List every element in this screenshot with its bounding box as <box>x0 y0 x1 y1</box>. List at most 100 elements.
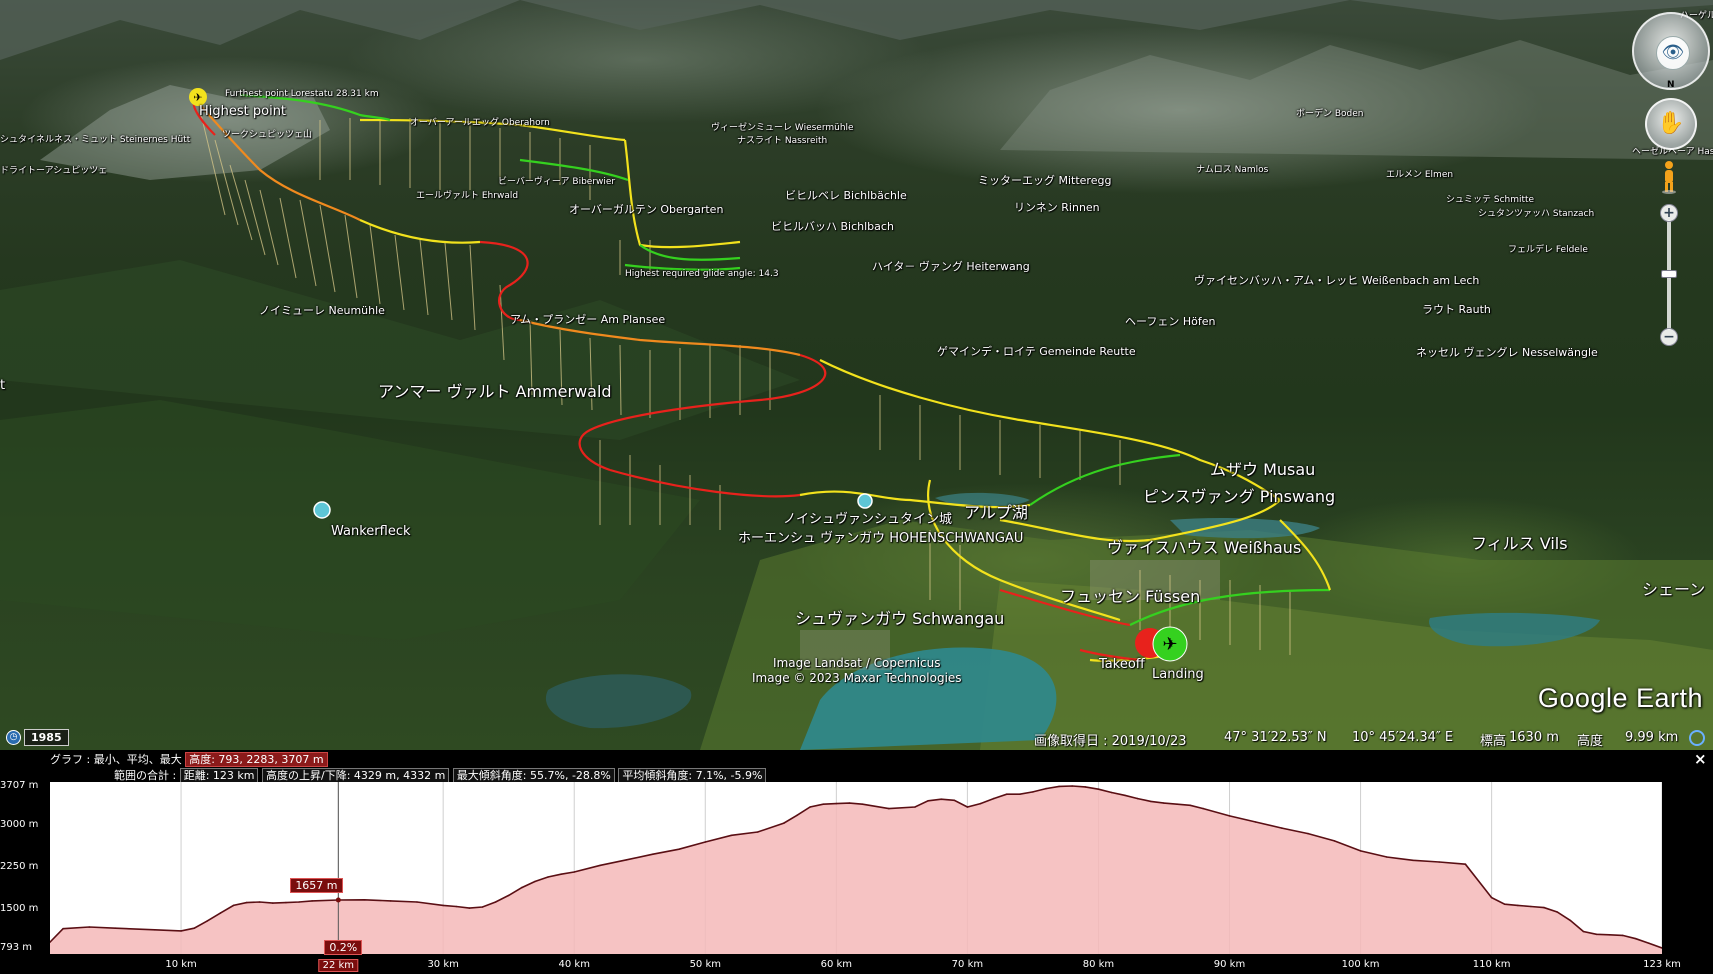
place-label-nassreith[interactable]: ナスライト Nassreith <box>737 133 827 146</box>
elevation-point <box>1608 934 1611 936</box>
place-label-fussen[interactable]: フュッセン Füssen <box>1060 583 1200 607</box>
elevation-point <box>704 841 707 843</box>
place-label-vils[interactable]: フィルス Vils <box>1471 530 1568 554</box>
place-label-weisshaus[interactable]: ヴァイスハウス Weißhaus <box>1107 534 1301 558</box>
longitude-readout: 10° 45′24.34″ E <box>1352 730 1454 745</box>
elevation-point <box>1189 804 1191 807</box>
place-label-rauth[interactable]: ラウト Rauth <box>1422 301 1491 317</box>
place-label-schenen[interactable]: シェーン <box>1642 576 1705 600</box>
close-profile-button[interactable]: × <box>1694 750 1707 768</box>
elevation-point <box>258 901 261 903</box>
place-label-elmen[interactable]: エルメン Elmen <box>1386 167 1453 180</box>
eye-icon[interactable]: 👁 <box>1656 36 1690 70</box>
place-label-bichlbachle[interactable]: ビヒルベレ Bichlbächle <box>785 187 907 203</box>
elevation-graph[interactable] <box>50 782 1662 954</box>
place-label-alpsee[interactable]: アルプ湖 <box>964 499 1028 523</box>
elevation-point <box>678 848 680 850</box>
elevation-point <box>809 806 811 808</box>
place-label-heiterwang[interactable]: ハイタ－ ヴァング Heiterwang <box>872 258 1030 274</box>
place-label-musau[interactable]: ムザウ Musau <box>1210 456 1315 480</box>
elevation-point <box>481 906 484 908</box>
elevation-point <box>534 880 536 883</box>
place-label-weissenbach[interactable]: ヴァイセンバッハ・アム・レッヒ Weißenbach am Lech <box>1194 272 1479 288</box>
cursor-elevation-label: 1657 m <box>290 877 343 893</box>
x-tick-label: 70 km <box>951 959 984 970</box>
place-label-namlos[interactable]: ナムロス Namlos <box>1196 162 1268 175</box>
elevation-point <box>1084 786 1087 788</box>
place-label-bichlbach[interactable]: ビヒルバッハ Bichlbach <box>771 218 894 234</box>
image-date: 画像取得日 : 2019/10/23 <box>1034 734 1187 749</box>
elevation-point <box>1543 906 1545 909</box>
place-label-grosse-ahornsee[interactable]: オーバーアールエッグ Oberahorn <box>410 115 550 128</box>
elevation-point <box>219 912 222 914</box>
elevation-point <box>416 901 418 903</box>
elevation-point <box>154 929 156 931</box>
place-label-stellwand[interactable]: シュタイネルネス・ミュット Steinernes Hütt <box>0 132 190 145</box>
place-label-am-plansee[interactable]: アム・プランゼー Am Plansee <box>510 311 665 327</box>
x-tick-label: 100 km <box>1341 959 1380 970</box>
place-label-stanzach[interactable]: シュタンツァッハ Stanzach <box>1478 206 1594 219</box>
place-label-feldele[interactable]: フェルデレ Feldele <box>1508 242 1588 255</box>
zoom-slider[interactable]: + − <box>1659 204 1679 346</box>
place-label-reutte[interactable]: ゲマインデ・ロイテ Gemeinde Reutte <box>937 343 1136 359</box>
elevation-point <box>285 901 287 904</box>
zoom-thumb[interactable] <box>1661 270 1677 278</box>
place-label-ammerwald[interactable]: アンマー ヴァルト Ammerwald <box>378 378 612 402</box>
place-label-schmitte[interactable]: シュミッテ Schmitte <box>1446 192 1534 205</box>
elevation-readout: 1630 m <box>1509 730 1559 745</box>
elevation-point <box>1490 896 1493 899</box>
x-tick-label: 110 km <box>1472 959 1511 970</box>
place-label-biberwier[interactable]: ビーバーヴィーア Biberwier <box>498 174 615 187</box>
place-label-obergarten[interactable]: オーバーガルテン Obergarten <box>569 201 723 217</box>
place-label-glide-angle[interactable]: Highest required glide angle: 14.3 <box>625 269 779 279</box>
elevation-area <box>50 786 1662 954</box>
place-label-mitteregg[interactable]: ミッターエッグ Mitteregg <box>978 172 1111 188</box>
place-label-nesselwangle[interactable]: ネッセル ヴェングレ Nesselwängle <box>1416 344 1598 360</box>
place-label-zugspitze[interactable]: ツークシュピッツェ山 <box>222 127 312 140</box>
place-label-landing[interactable]: Landing <box>1152 667 1204 682</box>
place-label-kreuz[interactable]: ドライトーアシュピッツェ <box>0 163 107 176</box>
street-view-pegman-icon[interactable] <box>1661 160 1677 194</box>
elevation-point <box>1386 856 1388 858</box>
x-tick-label: 30 km <box>427 959 459 970</box>
elevation-point <box>363 899 366 901</box>
credit-line-1: Image Landsat / Copernicus <box>773 656 941 670</box>
elevation-point <box>1621 934 1624 937</box>
elevation-point <box>1123 794 1126 797</box>
elevation-point <box>1071 785 1073 787</box>
place-label-left-t[interactable]: t <box>0 378 5 393</box>
elevation-point <box>1595 933 1598 936</box>
place-label-takeoff[interactable]: Takeoff <box>1099 657 1145 672</box>
place-label-schwangau[interactable]: シュヴァンガウ Schwangau <box>795 605 1004 629</box>
elevation-point <box>1005 793 1008 795</box>
look-navigation-ring[interactable]: 👁 N <box>1632 12 1710 90</box>
eye-alt-label: 高度 <box>1577 734 1604 749</box>
earth-3d-viewport[interactable]: ✈ ✈ Highest point Furthest point Lorestat… <box>0 0 1713 750</box>
range-gain-loss: 高度の上昇/下降: 4329 m, 4332 m <box>261 768 450 783</box>
place-label-rinnen[interactable]: リンネン Rinnen <box>1014 199 1100 215</box>
zoom-in-button[interactable]: + <box>1660 204 1678 222</box>
place-label-wiesermuhle[interactable]: ヴィーゼンミューレ Wiesermühle <box>711 120 854 133</box>
place-label-pinswang[interactable]: ピンスヴァング Pinswang <box>1143 483 1335 507</box>
place-label-neumuhle[interactable]: ノイミューレ Neumühle <box>259 302 385 318</box>
move-navigation-ring[interactable]: ✋ <box>1645 98 1697 150</box>
place-label-hohenschwangau[interactable]: ホーエンシュ ヴァンガウ HOHENSCHWANGAU <box>738 527 1023 546</box>
place-label-wankerfleck[interactable]: Wankerfleck <box>331 524 411 539</box>
zoom-out-button[interactable]: − <box>1660 328 1678 346</box>
loading-indicator-icon <box>1689 730 1705 746</box>
place-label-hofen[interactable]: ヘーフェン Höfen <box>1125 313 1215 329</box>
place-label-highest-point[interactable]: Highest point <box>199 104 286 119</box>
place-label-furthest-point[interactable]: Furthest point Lorestatu 28.31 km <box>225 89 379 99</box>
elevation-point <box>1163 802 1165 804</box>
elevation-point <box>979 802 982 805</box>
elevation-point <box>206 920 209 922</box>
place-label-ehrwald[interactable]: エールヴァルト Ehrwald <box>416 188 518 201</box>
elevation-point <box>114 927 117 929</box>
elevation-point <box>389 900 392 902</box>
elevation-graph-svg[interactable] <box>50 782 1662 954</box>
place-label-boden[interactable]: ボーデン Boden <box>1296 106 1364 119</box>
elevation-point <box>573 871 575 873</box>
elevation-point <box>914 806 916 808</box>
eye-alt-readout: 9.99 km <box>1625 730 1679 745</box>
place-label-neuschwanstein[interactable]: ノイシュヴァンシュタイン城 <box>783 508 952 527</box>
